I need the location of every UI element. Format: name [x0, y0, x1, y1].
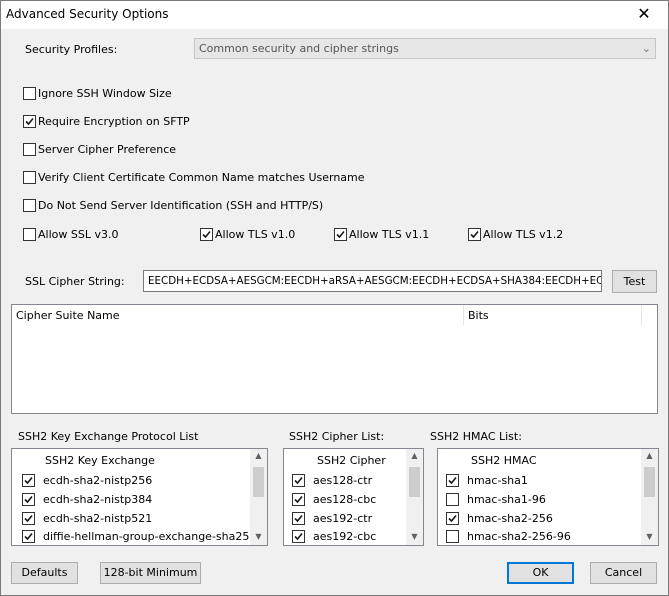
checkbox[interactable]: [334, 228, 347, 241]
list-item-label: hmac-sha2-256: [467, 512, 553, 525]
checkbox[interactable]: [446, 493, 459, 506]
scroll-down-icon[interactable]: ▼: [641, 532, 658, 541]
option-label: Ignore SSH Window Size: [38, 87, 172, 100]
scrollbar-thumb[interactable]: [253, 467, 264, 497]
hmac-list-title: SSH2 HMAC List:: [430, 430, 522, 443]
column-header-cipher-suite-name[interactable]: Cipher Suite Name: [12, 305, 464, 325]
checkbox[interactable]: [23, 143, 36, 156]
cipher-string-input[interactable]: EECDH+ECDSA+AESGCM:EECDH+aRSA+AESGCM:EEC…: [143, 270, 602, 292]
kex-list-title: SSH2 Key Exchange Protocol List: [18, 430, 199, 443]
scrollbar-thumb[interactable]: [409, 467, 420, 497]
option-label: Server Cipher Preference: [38, 143, 177, 156]
ok-button[interactable]: OK: [507, 562, 574, 584]
checkbox[interactable]: [446, 530, 459, 543]
list-item-label: ecdh-sha2-nistp521: [43, 512, 153, 525]
checkbox[interactable]: [23, 228, 36, 241]
tls-label: Allow TLS v1.0: [215, 228, 296, 241]
128-bit-minimum-button[interactable]: 128-bit Minimum: [100, 562, 201, 584]
scrollbar[interactable]: ▲ ▼: [250, 449, 267, 545]
checkbox[interactable]: [468, 228, 481, 241]
checkbox[interactable]: [292, 512, 305, 525]
scroll-down-icon[interactable]: ▼: [250, 532, 267, 541]
checkbox[interactable]: [22, 474, 35, 487]
checkbox[interactable]: [446, 474, 459, 487]
list-item-label: aes192-ctr: [313, 512, 373, 525]
scrollbar[interactable]: ▲ ▼: [406, 449, 423, 545]
scroll-down-icon[interactable]: ▼: [406, 532, 423, 541]
checkbox[interactable]: [446, 512, 459, 525]
scrollbar-thumb[interactable]: [644, 467, 655, 497]
list-item-label: hmac-sha2-256-96: [467, 530, 571, 543]
list-item-label: hmac-sha1: [467, 474, 528, 487]
tls-label: Allow TLS v1.2: [483, 228, 564, 241]
list-item-label: hmac-sha1-96: [467, 493, 546, 506]
cipher-string-label: SSL Cipher String:: [25, 275, 125, 288]
checkbox[interactable]: [292, 474, 305, 487]
tls-label: Allow TLS v1.1: [349, 228, 430, 241]
window-title: Advanced Security Options: [6, 7, 169, 21]
kex-list[interactable]: SSH2 Key Exchange ecdh-sha2-nistp256 ecd…: [11, 448, 268, 546]
column-header-label: Cipher Suite Name: [16, 309, 120, 322]
scroll-up-icon[interactable]: ▲: [641, 451, 658, 460]
list-item-label: ecdh-sha2-nistp256: [43, 474, 153, 487]
chevron-down-icon[interactable]: ⌄: [642, 42, 651, 55]
cipher-list-header: SSH2 Cipher: [317, 454, 386, 467]
scrollbar[interactable]: ▲ ▼: [641, 449, 658, 545]
scroll-up-icon[interactable]: ▲: [250, 451, 267, 460]
defaults-button[interactable]: Defaults: [11, 562, 78, 584]
cipher-list[interactable]: SSH2 Cipher aes128-ctr aes128-cbc aes192…: [283, 448, 424, 546]
close-icon[interactable]: ✕: [626, 3, 662, 25]
hmac-list-header: SSH2 HMAC: [471, 454, 537, 467]
test-button[interactable]: Test: [612, 270, 657, 293]
cipher-list-title: SSH2 Cipher List:: [289, 430, 385, 443]
cipher-string-value: EECDH+ECDSA+AESGCM:EECDH+aRSA+AESGCM:EEC…: [148, 275, 601, 287]
option-label: Require Encryption on SFTP: [38, 115, 190, 128]
cancel-button[interactable]: Cancel: [590, 562, 657, 584]
title-bar[interactable]: Advanced Security Options ✕: [1, 1, 668, 29]
checkbox[interactable]: [23, 87, 36, 100]
list-item-label: diffie-hellman-group-exchange-sha256: [43, 530, 257, 543]
checkbox[interactable]: [23, 115, 36, 128]
checkbox[interactable]: [22, 493, 35, 506]
cipher-suite-table[interactable]: Cipher Suite Name Bits: [11, 304, 658, 414]
checkbox[interactable]: [22, 512, 35, 525]
option-label: Verify Client Certificate Common Name ma…: [38, 171, 365, 184]
list-item-label: aes128-ctr: [313, 474, 373, 487]
list-item-label: aes128-cbc: [313, 493, 377, 506]
checkbox[interactable]: [292, 493, 305, 506]
security-profiles-value: Common security and cipher strings: [199, 42, 399, 55]
list-item-label: ecdh-sha2-nistp384: [43, 493, 153, 506]
security-profiles-select[interactable]: Common security and cipher strings ⌄: [194, 38, 656, 59]
checkbox[interactable]: [22, 530, 35, 543]
option-label: Do Not Send Server Identification (SSH a…: [38, 199, 324, 212]
column-header-bits[interactable]: Bits: [464, 305, 642, 325]
checkbox[interactable]: [23, 199, 36, 212]
hmac-list[interactable]: SSH2 HMAC hmac-sha1 hmac-sha1-96 hmac-sh…: [437, 448, 659, 546]
checkbox[interactable]: [292, 530, 305, 543]
checkbox[interactable]: [200, 228, 213, 241]
column-header-label: Bits: [468, 309, 489, 322]
list-item-label: aes192-cbc: [313, 530, 377, 543]
security-profiles-label: Security Profiles:: [25, 43, 118, 56]
tls-label: Allow SSL v3.0: [38, 228, 119, 241]
scroll-up-icon[interactable]: ▲: [406, 451, 423, 460]
checkbox[interactable]: [23, 171, 36, 184]
kex-list-header: SSH2 Key Exchange: [45, 454, 155, 467]
